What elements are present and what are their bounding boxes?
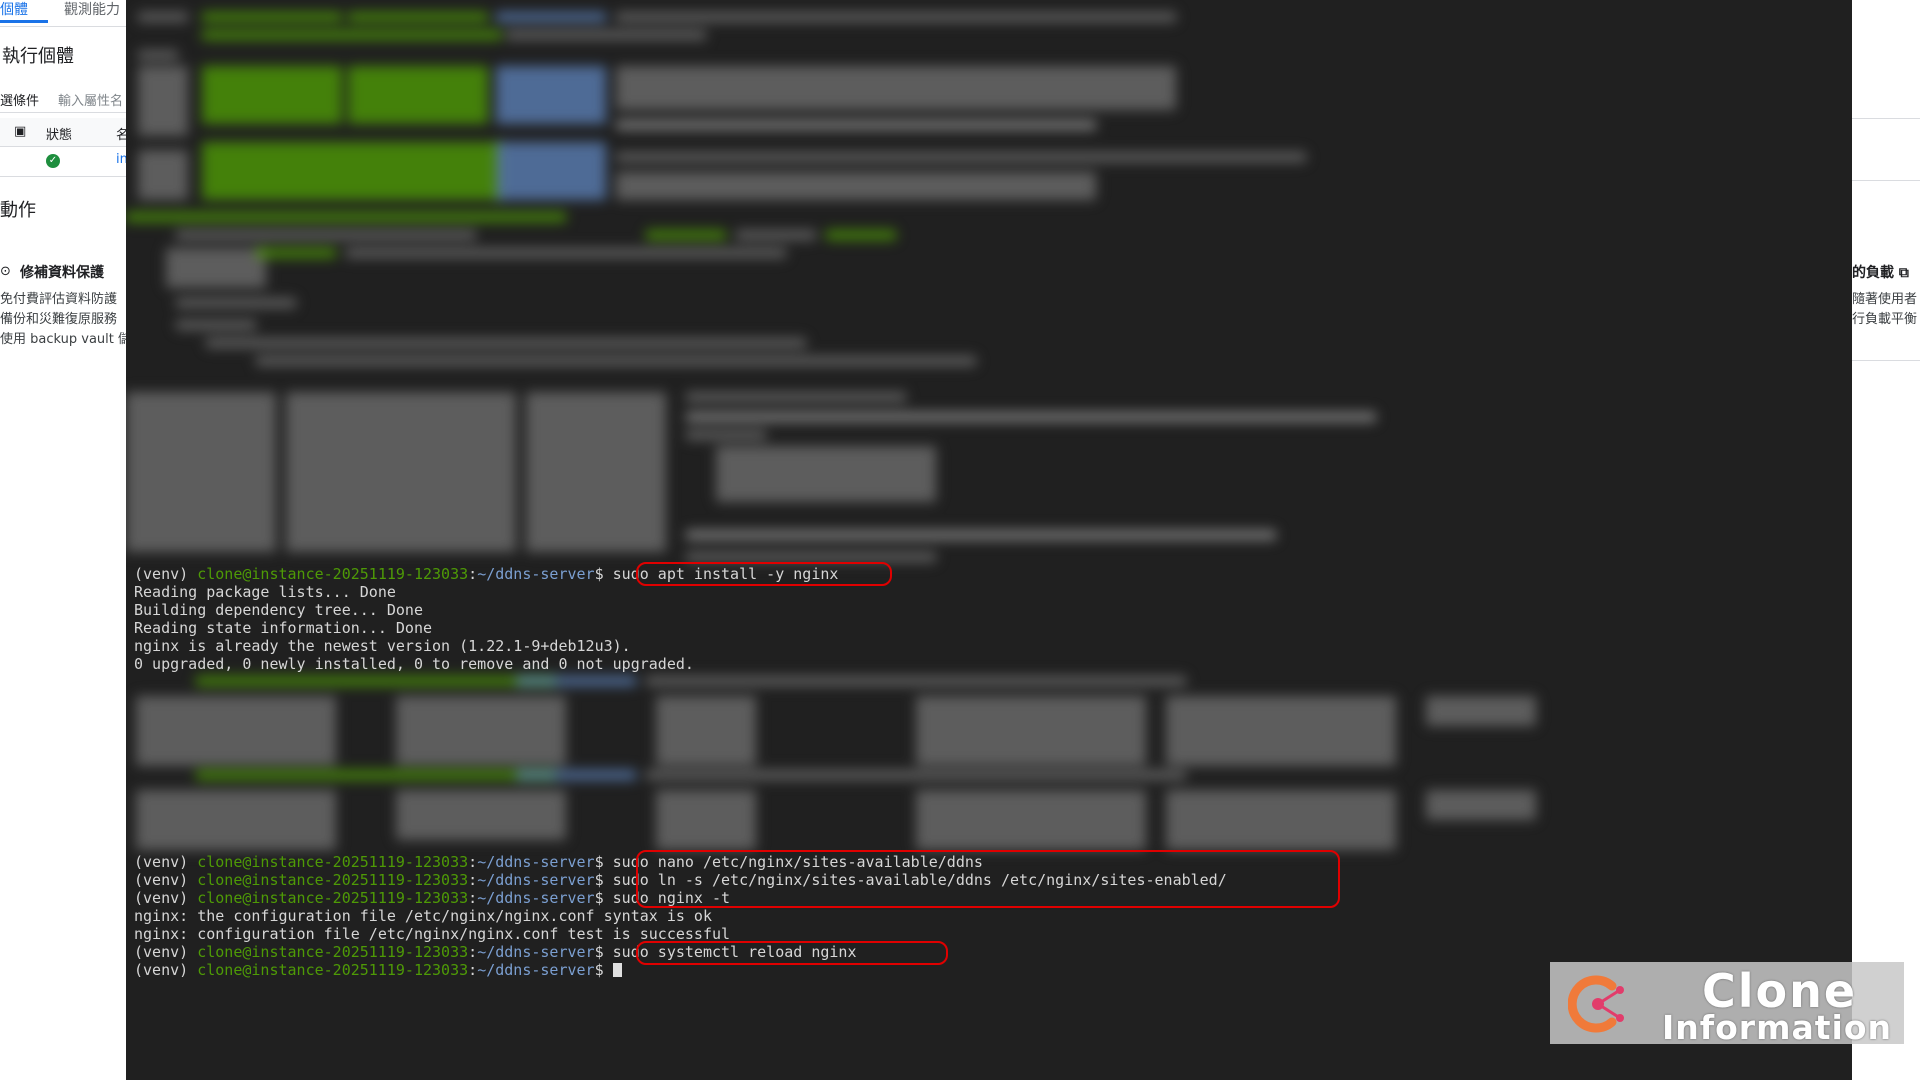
divider bbox=[1852, 360, 1920, 361]
terminal-cursor bbox=[612, 963, 622, 977]
terminal-prompt-line[interactable]: (venv) clone@instance-20251119-123033:~/… bbox=[134, 961, 622, 979]
terminal-output-line: 0 upgraded, 0 newly installed, 0 to remo… bbox=[134, 655, 694, 673]
card-line: 隨著使用者 bbox=[1852, 292, 1918, 307]
instance-link[interactable]: in bbox=[116, 152, 126, 167]
check-circle-icon: ✓ bbox=[46, 154, 60, 168]
terminal-output-line: Reading package lists... Done bbox=[134, 583, 396, 601]
card-title-text: 的負載 bbox=[1852, 265, 1894, 281]
cloud-console-right: 的負載 ⧉ 隨著使用者 行負載平衡 bbox=[1852, 0, 1920, 1080]
terminal-output-line: Reading state information... Done bbox=[134, 619, 433, 637]
terminal-window[interactable]: (venv) clone@instance-20251119-123033:~/… bbox=[126, 0, 1852, 1080]
card-line: 行負載平衡 bbox=[1852, 312, 1918, 327]
terminal-output-line: nginx: configuration file /etc/nginx/ngi… bbox=[134, 925, 731, 943]
highlight-box bbox=[636, 850, 1340, 908]
clone-information-logo-icon bbox=[1568, 975, 1624, 1033]
highlight-box bbox=[636, 941, 948, 965]
watermark-line2: Information bbox=[1662, 1008, 1892, 1047]
card-title[interactable]: 的負載 ⧉ bbox=[1852, 262, 1909, 282]
column-status[interactable]: 狀態 bbox=[46, 124, 72, 143]
console-tabs: 個體 觀測能力 bbox=[0, 0, 126, 27]
column-name[interactable]: 名 bbox=[116, 124, 126, 143]
card-line: 免付費評估資料防護 bbox=[0, 292, 118, 307]
redacted-output bbox=[126, 0, 1852, 562]
filter-bar: 選條件 輸入屬性名 bbox=[0, 86, 126, 113]
tab-instances[interactable]: 個體 bbox=[0, 0, 48, 23]
divider bbox=[1852, 180, 1920, 181]
card-title[interactable]: 修補資料保護 bbox=[20, 262, 104, 282]
watermark: Clone Information bbox=[1550, 962, 1904, 1047]
cloud-console-left: 個體 觀測能力 執行個體 選條件 輸入屬性名 ▣ 狀態 名 ✓ in 動作 修補… bbox=[0, 0, 126, 1080]
divider bbox=[1852, 118, 1920, 119]
table-row: ✓ in bbox=[0, 148, 126, 177]
external-link-icon: ⧉ bbox=[1898, 265, 1909, 281]
filter-input[interactable]: 輸入屬性名 bbox=[58, 90, 123, 109]
terminal-output-line: nginx is already the newest version (1.2… bbox=[134, 637, 631, 655]
terminal-output-line: Building dependency tree... Done bbox=[134, 601, 423, 619]
section-title: 動作 bbox=[0, 200, 36, 221]
page-title: 執行個體 bbox=[2, 46, 74, 67]
filter-label: 選條件 bbox=[0, 94, 40, 109]
highlight-box bbox=[636, 562, 892, 586]
card-line: 備份和災難復原服務 bbox=[0, 312, 118, 327]
terminal-output: (venv) clone@instance-20251119-123033:~/… bbox=[134, 565, 1834, 979]
table-header: ▣ 狀態 名 bbox=[0, 118, 126, 147]
card-line: 使用 backup vault 儲 bbox=[0, 332, 126, 347]
screenshot-root: 個體 觀測能力 執行個體 選條件 輸入屬性名 ▣ 狀態 名 ✓ in 動作 修補… bbox=[0, 0, 1920, 1080]
tab-observability[interactable]: 觀測能力 bbox=[64, 0, 120, 20]
shield-icon: ⊙ bbox=[0, 264, 11, 279]
terminal-output-line: nginx: the configuration file /etc/nginx… bbox=[134, 907, 712, 925]
column-toggle-icon[interactable]: ▣ bbox=[14, 124, 26, 139]
